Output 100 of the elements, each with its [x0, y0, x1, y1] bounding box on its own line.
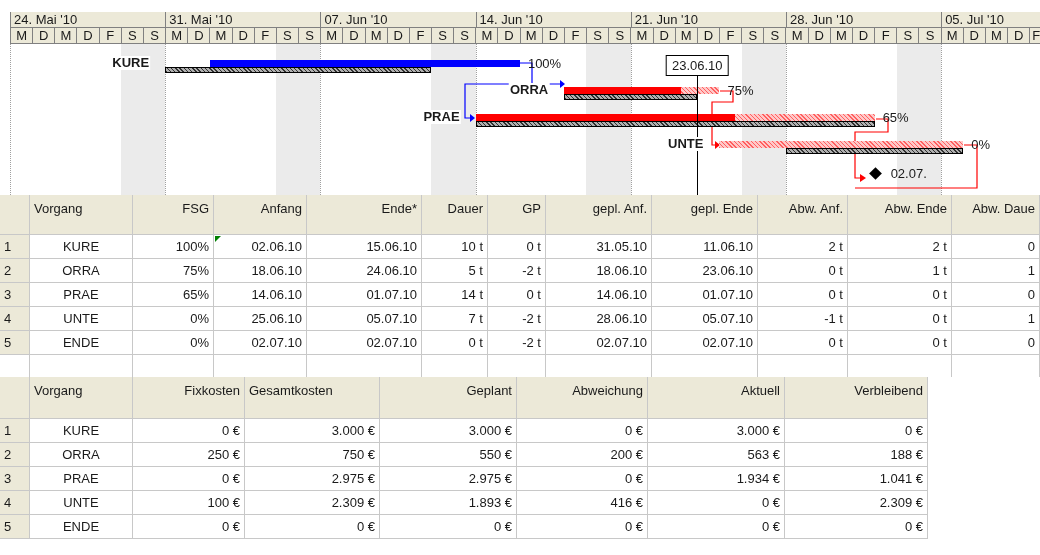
week-header: 14. Jun '10	[475, 12, 631, 28]
day-header: D	[807, 28, 830, 44]
column-header[interactable]: Fixkosten	[133, 377, 245, 419]
table-cell: 0 €	[785, 515, 928, 539]
day-header: M	[10, 28, 33, 44]
column-header[interactable]: FSG	[133, 195, 214, 235]
day-header: F	[98, 28, 121, 44]
table-cell: 0 €	[133, 515, 245, 539]
day-header: D	[541, 28, 564, 44]
task-label: ORRA	[508, 83, 550, 97]
column-header[interactable]: Anfang	[214, 195, 307, 235]
table-cell: 0	[952, 283, 1040, 307]
day-header: M	[320, 28, 343, 44]
column-header[interactable]: Vorgang	[30, 377, 133, 419]
row-number[interactable]: 1	[0, 419, 30, 443]
day-header: M	[519, 28, 542, 44]
table-cell: 5 t	[422, 259, 488, 283]
table-cell: 11.06.10	[652, 235, 758, 259]
table-cell: 250 €	[133, 443, 245, 467]
table-cell: 0%	[133, 307, 214, 331]
column-header[interactable]: gepl. Anf.	[546, 195, 652, 235]
table-cell: 0 t	[488, 283, 546, 307]
column-header[interactable]: Abw. Daue	[952, 195, 1040, 235]
column-header[interactable]: Geplant	[380, 377, 517, 419]
table-cell: 02.06.10	[214, 235, 307, 259]
day-header: S	[586, 28, 609, 44]
row-number[interactable]: 5	[0, 515, 30, 539]
row-number[interactable]: 4	[0, 307, 30, 331]
table-cell: PRAE	[30, 467, 133, 491]
table-cell: 0	[952, 235, 1040, 259]
row-number[interactable]: 3	[0, 283, 30, 307]
row-number[interactable]: 5	[0, 331, 30, 355]
day-header: D	[1007, 28, 1030, 44]
percent-label: 65%	[882, 111, 909, 125]
table-cell: 200 €	[517, 443, 648, 467]
table-cell: 750 €	[245, 443, 380, 467]
table-cell: ENDE	[30, 515, 133, 539]
table-cell: KURE	[30, 419, 133, 443]
table-cell: 416 €	[517, 491, 648, 515]
table-cell: 05.07.10	[307, 307, 422, 331]
table-cell: 1	[952, 259, 1040, 283]
day-header: S	[275, 28, 299, 44]
table-cell: 0 t	[488, 235, 546, 259]
day-header: D	[696, 28, 719, 44]
column-header[interactable]: Dauer	[422, 195, 488, 235]
table-cell: 02.07.10	[546, 331, 652, 355]
column-header[interactable]: Vorgang	[30, 195, 133, 235]
table-cell: 188 €	[785, 443, 928, 467]
table-cell: 65%	[133, 283, 214, 307]
table-cell: 2.309 €	[785, 491, 928, 515]
row-number[interactable]: 2	[0, 259, 30, 283]
day-header: M	[829, 28, 852, 44]
table-cell: 05.07.10	[652, 307, 758, 331]
table-cell: 14.06.10	[546, 283, 652, 307]
day-header: M	[475, 28, 498, 44]
table-cell: 0 €	[517, 467, 648, 491]
column-header[interactable]: Verbleibend	[785, 377, 928, 419]
day-header: D	[652, 28, 675, 44]
row-number[interactable]: 2	[0, 443, 30, 467]
week-header: 07. Jun '10	[320, 12, 476, 28]
table-cell: 0 t	[848, 307, 952, 331]
table-cell: 1.893 €	[380, 491, 517, 515]
table-cell: 3.000 €	[648, 419, 785, 443]
table-cell: 3.000 €	[380, 419, 517, 443]
table-cell: 28.06.10	[546, 307, 652, 331]
day-header: M	[630, 28, 653, 44]
day-header: S	[763, 28, 786, 44]
table-cell: 1	[952, 307, 1040, 331]
week-header: 31. Mai '10	[165, 12, 321, 28]
table-cell: 0 t	[422, 331, 488, 355]
column-header[interactable]: Aktuell	[648, 377, 785, 419]
column-header[interactable]: Ende*	[307, 195, 422, 235]
day-header: M	[54, 28, 77, 44]
column-header[interactable]: Gesamtkosten	[245, 377, 380, 419]
column-header[interactable]: gepl. Ende	[652, 195, 758, 235]
table-cell: UNTE	[30, 491, 133, 515]
day-header: F	[563, 28, 587, 44]
row-number[interactable]: 4	[0, 491, 30, 515]
column-header[interactable]: Abw. Anf.	[758, 195, 848, 235]
column-header[interactable]: Abw. Ende	[848, 195, 952, 235]
day-header: S	[453, 28, 476, 44]
table-cell: 75%	[133, 259, 214, 283]
task-label: PRAE	[422, 110, 461, 124]
day-header: F	[253, 28, 276, 44]
row-number[interactable]: 3	[0, 467, 30, 491]
table-cell: 02.07.10	[652, 331, 758, 355]
day-header: S	[120, 28, 143, 44]
column-header[interactable]: Abweichung	[517, 377, 648, 419]
day-header: D	[32, 28, 55, 44]
status-date-label: 23.06.10	[665, 55, 729, 76]
table-cell: 100%	[133, 235, 214, 259]
day-header: D	[386, 28, 409, 44]
day-header: D	[342, 28, 365, 44]
table-cell: 100 €	[133, 491, 245, 515]
table-cell: 24.06.10	[307, 259, 422, 283]
table-cell: 0 €	[517, 419, 648, 443]
table-cell: 2.975 €	[245, 467, 380, 491]
row-number[interactable]: 1	[0, 235, 30, 259]
column-header[interactable]: GP	[488, 195, 546, 235]
week-header: 21. Jun '10	[630, 12, 786, 28]
